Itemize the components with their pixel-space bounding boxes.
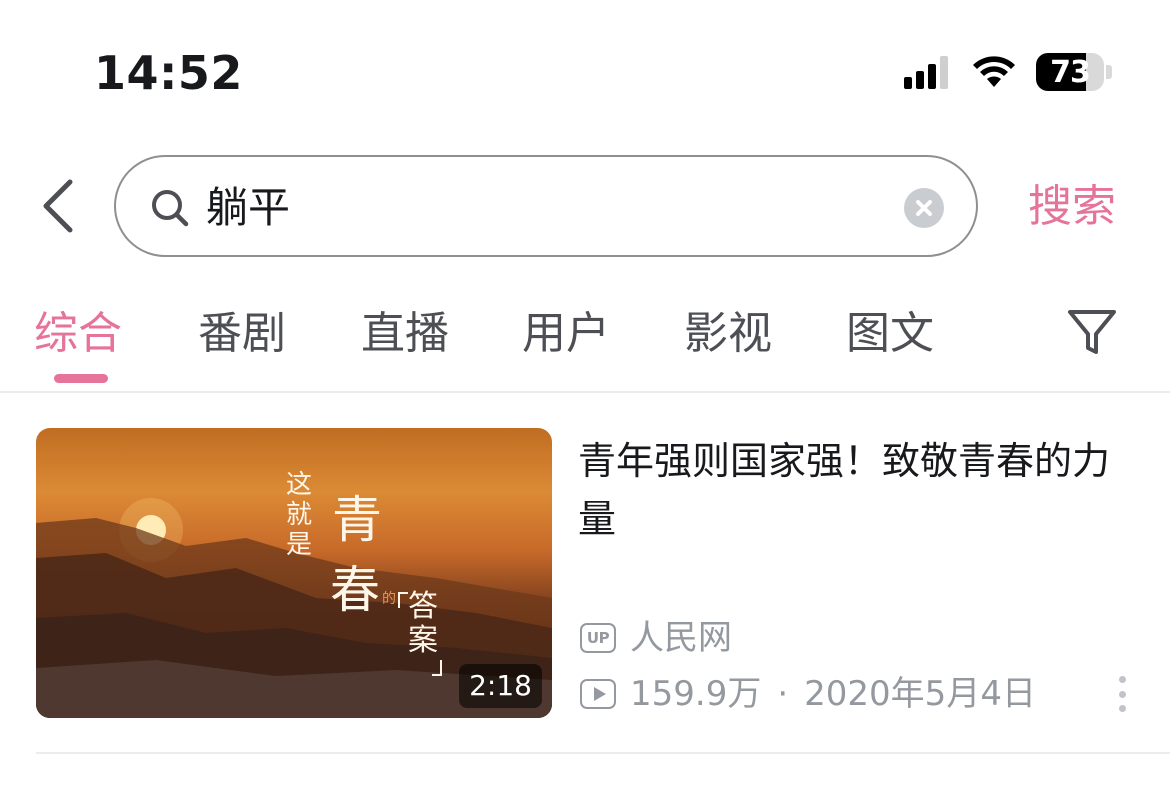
play-count-icon <box>580 679 616 709</box>
tab-bar: 综合 番剧 直播 用户 影视 图文 <box>0 300 1170 370</box>
chevron-left-icon[interactable] <box>36 178 80 234</box>
thumbnail-caption: 答案 <box>408 589 438 658</box>
status-icons: 73 <box>904 52 1112 92</box>
video-title[interactable]: 青年强则国家强！致敬青春的力量 <box>578 432 1138 548</box>
search-button[interactable]: 搜索 <box>1028 180 1116 234</box>
cellular-signal-icon <box>904 56 948 89</box>
active-tab-indicator <box>54 374 108 383</box>
status-time: 14:52 <box>94 46 243 100</box>
tab-divider <box>0 391 1170 393</box>
result-divider <box>36 752 1170 754</box>
up-icon: UP <box>580 623 616 653</box>
video-thumbnail[interactable]: 这就是 青 春 的 答案 2:18 <box>36 428 552 718</box>
filter-icon[interactable] <box>1066 306 1118 358</box>
uploader-row[interactable]: UP 人民网 <box>580 616 732 660</box>
thumbnail-caption: 这就是 <box>286 470 313 560</box>
thumbnail-caption: 的 <box>382 591 396 607</box>
publish-date: 2020年5月4日 <box>804 674 1036 714</box>
thumbnail-decoration <box>432 660 442 676</box>
search-bar[interactable] <box>114 155 978 257</box>
clear-icon[interactable] <box>904 188 944 228</box>
tab-all[interactable]: 综合 <box>34 304 122 364</box>
thumbnail-caption: 春 <box>330 561 380 619</box>
battery-icon: 73 <box>1036 53 1104 91</box>
video-duration: 2:18 <box>459 664 542 708</box>
thumbnail-caption: 青 <box>332 491 382 549</box>
search-icon <box>152 190 189 227</box>
tab-live[interactable]: 直播 <box>361 304 449 364</box>
tab-users[interactable]: 用户 <box>522 304 610 364</box>
tab-film[interactable]: 影视 <box>684 304 772 364</box>
search-input[interactable] <box>206 181 886 235</box>
tab-articles[interactable]: 图文 <box>846 304 934 364</box>
meta-separator: · <box>777 674 789 714</box>
wifi-icon <box>973 56 1015 87</box>
thumbnail-decoration <box>398 592 408 608</box>
view-count: 159.9万 <box>630 674 762 714</box>
battery-level: 73 <box>1050 54 1091 90</box>
tab-anime[interactable]: 番剧 <box>198 304 286 364</box>
more-vertical-icon[interactable] <box>1114 676 1130 712</box>
stats-row: 159.9万 · 2020年5月4日 <box>580 672 1036 716</box>
uploader-name: 人民网 <box>630 618 732 658</box>
